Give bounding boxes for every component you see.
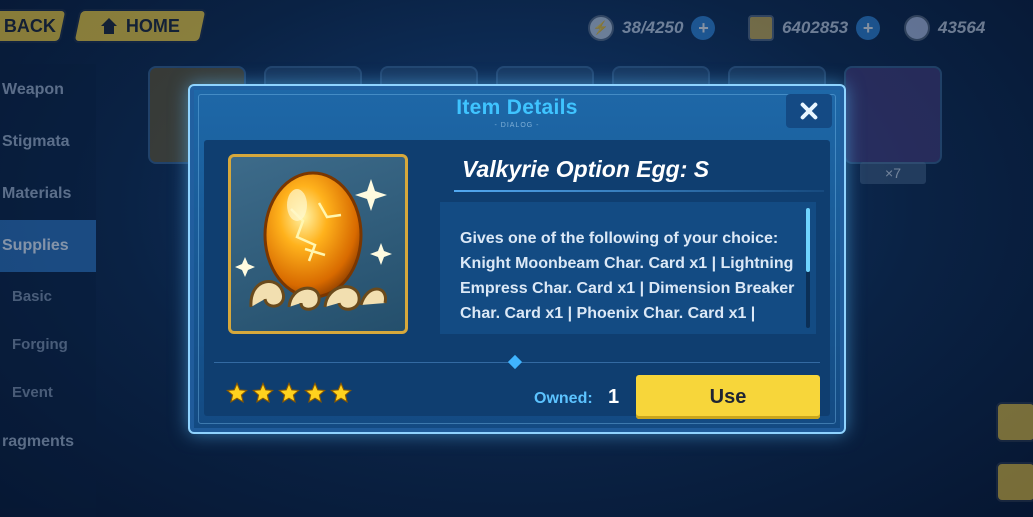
back-label: BACK	[3, 15, 56, 36]
description-box[interactable]: Gives one of the following of your choic…	[440, 202, 816, 334]
crystal-resource: 43564	[904, 12, 985, 44]
coin-value: 6402853	[782, 18, 849, 37]
star-icon	[226, 382, 248, 404]
item-image-frame	[228, 154, 408, 334]
coin-icon	[748, 15, 774, 41]
owned-value: 1	[608, 386, 620, 408]
home-icon	[100, 18, 118, 34]
stamina-icon: ⚡	[588, 15, 614, 41]
inventory-card[interactable]	[844, 66, 942, 164]
egg-item-icon	[235, 171, 392, 311]
stamina-value: 38/4250	[622, 18, 684, 37]
use-button[interactable]: Use	[636, 375, 820, 419]
dialog-subtitle: - DIALOG -	[494, 122, 540, 129]
top-bar: BACK HOME ⚡ 38/4250 + 6402853 + 43564	[0, 0, 1033, 56]
star-icon	[330, 382, 352, 404]
sidebar-item-materials[interactable]: Materials	[0, 168, 96, 220]
rarity-stars	[226, 382, 352, 404]
filter-button[interactable]	[996, 462, 1033, 502]
sidebar-item-basic[interactable]: Basic	[0, 272, 96, 320]
owned-label: Owned:	[534, 390, 593, 407]
name-underline	[454, 190, 824, 192]
sort-button[interactable]	[996, 402, 1033, 442]
back-button[interactable]: BACK	[0, 9, 68, 43]
divider-gem-icon	[507, 354, 523, 370]
dialog-title: Item Details	[456, 96, 578, 119]
crystal-icon	[904, 15, 930, 41]
crystal-value: 43564	[938, 18, 986, 37]
sidebar: Weapon Stigmata Materials Supplies Basic…	[0, 64, 96, 517]
item-name: Valkyrie Option Egg: S	[462, 156, 710, 182]
dialog-header: Item Details - DIALOG -	[190, 86, 844, 134]
item-count-badge: ×7	[860, 162, 926, 184]
sidebar-item-weapon[interactable]: Weapon	[0, 64, 96, 116]
sidebar-item-supplies[interactable]: Supplies	[0, 220, 96, 272]
home-label: HOME	[126, 15, 180, 36]
sidebar-item-stigmata[interactable]: Stigmata	[0, 116, 96, 168]
sidebar-item-fragments[interactable]: ragments	[0, 416, 96, 468]
sidebar-item-event[interactable]: Event	[0, 368, 96, 416]
star-icon	[278, 382, 300, 404]
stamina-resource: ⚡ 38/4250 +	[588, 12, 716, 44]
sidebar-item-forging[interactable]: Forging	[0, 320, 96, 368]
home-button[interactable]: HOME	[72, 9, 208, 43]
close-button[interactable]	[786, 94, 832, 128]
scrollbar-thumb[interactable]	[806, 208, 810, 272]
star-icon	[304, 382, 326, 404]
item-details-dialog: Item Details - DIALOG - Valkyrie Option …	[188, 84, 846, 434]
use-label: Use	[709, 385, 747, 408]
add-coin-button[interactable]: +	[856, 16, 881, 40]
close-icon	[800, 102, 818, 120]
description-scrollbar[interactable]	[806, 208, 810, 328]
star-icon	[252, 382, 274, 404]
coin-resource: 6402853 +	[748, 12, 881, 44]
add-stamina-button[interactable]: +	[691, 16, 716, 40]
item-description: Gives one of the following of your choic…	[460, 230, 795, 322]
